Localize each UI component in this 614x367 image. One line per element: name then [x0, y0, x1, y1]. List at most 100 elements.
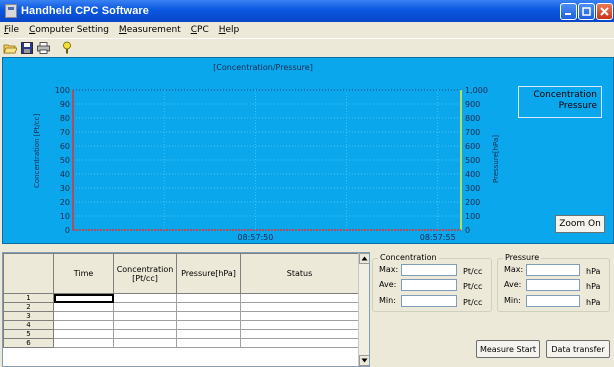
y2-tick-label: 600 — [465, 142, 480, 151]
table-row: 4 — [3, 320, 359, 330]
concentration-ave-field[interactable] — [401, 279, 457, 291]
data-table: Time Concentration [Pt/cc] Pressure[hPa]… — [3, 253, 359, 348]
table-cell[interactable] — [53, 311, 114, 321]
table-cell[interactable] — [240, 311, 359, 321]
table-cell[interactable] — [53, 320, 114, 330]
col-status[interactable]: Status — [240, 253, 359, 294]
table-cell[interactable] — [176, 293, 241, 303]
x-tick-label: 08:57:55 — [420, 233, 456, 242]
stat-label: Ave: — [379, 280, 397, 289]
minimize-button[interactable] — [560, 3, 577, 20]
data-transfer-button[interactable]: Data transfer — [546, 340, 610, 358]
vertical-scrollbar[interactable] — [358, 253, 369, 366]
stat-unit: Pt/cc — [463, 298, 483, 307]
y-tick-label: 80 — [60, 114, 70, 123]
open-button[interactable] — [2, 40, 17, 55]
table-cell[interactable] — [113, 311, 177, 321]
menu-computer-setting[interactable]: Computer Setting — [29, 25, 109, 35]
table-cell[interactable] — [240, 338, 359, 348]
table-cell[interactable] — [113, 293, 177, 303]
y-tick-label: 90 — [60, 100, 70, 109]
zoom-on-button[interactable]: Zoom On — [555, 215, 605, 233]
table-row: 6 — [3, 338, 359, 348]
save-button[interactable] — [19, 40, 34, 55]
minimize-icon — [565, 13, 571, 15]
table-cell[interactable] — [53, 338, 114, 348]
y-tick-label: 50 — [60, 156, 70, 165]
table-cell[interactable] — [176, 320, 241, 330]
pressure-min-field[interactable] — [526, 295, 580, 307]
table-cell[interactable] — [176, 302, 241, 312]
menu-cpc[interactable]: CPC — [191, 25, 209, 35]
y2-tick-label: 300 — [465, 184, 480, 193]
y-tick-label: 0 — [65, 226, 70, 235]
table-cell[interactable] — [240, 329, 359, 339]
corner-header — [3, 253, 54, 294]
pressure-max-field[interactable] — [526, 264, 580, 276]
y2-axis-label: Pressure[hPa] — [492, 135, 500, 183]
chart-title: [Concentration/Pressure] — [213, 63, 313, 72]
x-tick-label: 08:57:50 — [237, 233, 273, 242]
concentration-min-field[interactable] — [401, 295, 457, 307]
table-cell[interactable] — [53, 302, 114, 312]
y-tick-label: 30 — [60, 184, 70, 193]
menu-file[interactable]: File — [4, 25, 19, 35]
y2-tick-label: 400 — [465, 170, 480, 179]
y-tick-label: 70 — [60, 128, 70, 137]
pressure-group-title: Pressure — [503, 253, 542, 262]
table-cell[interactable] — [53, 329, 114, 339]
measure-start-button[interactable]: Measure Start — [476, 340, 540, 358]
table-cell[interactable] — [113, 302, 177, 312]
y2-tick-label: 100 — [465, 212, 480, 221]
table-cell[interactable] — [53, 293, 114, 303]
row-number: 5 — [3, 329, 54, 339]
stat-label: Max: — [379, 265, 399, 274]
table-cell[interactable] — [176, 338, 241, 348]
stat-unit: Pt/cc — [463, 282, 483, 291]
table-cell[interactable] — [176, 311, 241, 321]
maximize-icon — [582, 7, 591, 16]
table-cell[interactable] — [113, 329, 177, 339]
stat-unit: hPa — [586, 298, 601, 307]
concentration-max-field[interactable] — [401, 264, 457, 276]
table-cell[interactable] — [240, 293, 359, 303]
maximize-button[interactable] — [578, 3, 595, 20]
legend-concentration: Concentration — [533, 90, 597, 100]
col-pressure[interactable]: Pressure[hPa] — [176, 253, 241, 294]
stat-label: Min: — [379, 296, 396, 305]
data-grid[interactable]: Time Concentration [Pt/cc] Pressure[hPa]… — [2, 252, 370, 367]
row-number: 2 — [3, 302, 54, 312]
row-number: 6 — [3, 338, 54, 348]
stat-label: Ave: — [504, 280, 522, 289]
chart-panel: [Concentration/Pressure] Concentration [… — [2, 57, 614, 244]
close-icon — [600, 7, 609, 16]
concentration-max-row: Max: Pt/cc — [377, 264, 495, 276]
col-time[interactable]: Time — [53, 253, 114, 294]
table-cell[interactable] — [240, 302, 359, 312]
info-button[interactable] — [59, 40, 74, 55]
window-title: Handheld CPC Software — [21, 5, 150, 17]
close-button[interactable] — [596, 3, 613, 20]
pressure-min-row: Min: hPa — [502, 295, 613, 307]
print-button[interactable] — [36, 40, 51, 55]
table-cell[interactable] — [176, 329, 241, 339]
pressure-ave-field[interactable] — [526, 279, 580, 291]
pressure-group: Pressure Max: hPa Ave: hPa Min: hPa — [497, 253, 613, 312]
row-number: 4 — [3, 320, 54, 330]
y-tick-label: 60 — [60, 142, 70, 151]
scroll-down-button[interactable] — [359, 355, 369, 366]
menu-measurement[interactable]: Measurement — [119, 25, 181, 35]
stat-label: Max: — [504, 265, 524, 274]
table-row: 3 — [3, 311, 359, 321]
menu-help[interactable]: Help — [219, 25, 240, 35]
pressure-max-row: Max: hPa — [502, 264, 613, 276]
y2-tick-label: 700 — [465, 128, 480, 137]
scroll-up-button[interactable] — [359, 253, 369, 264]
table-cell[interactable] — [113, 320, 177, 330]
table-cell[interactable] — [240, 320, 359, 330]
stat-unit: Pt/cc — [463, 267, 483, 276]
col-concentration[interactable]: Concentration [Pt/cc] — [113, 253, 177, 294]
table-cell[interactable] — [113, 338, 177, 348]
stat-unit: hPa — [586, 282, 601, 291]
stat-unit: hPa — [586, 267, 601, 276]
